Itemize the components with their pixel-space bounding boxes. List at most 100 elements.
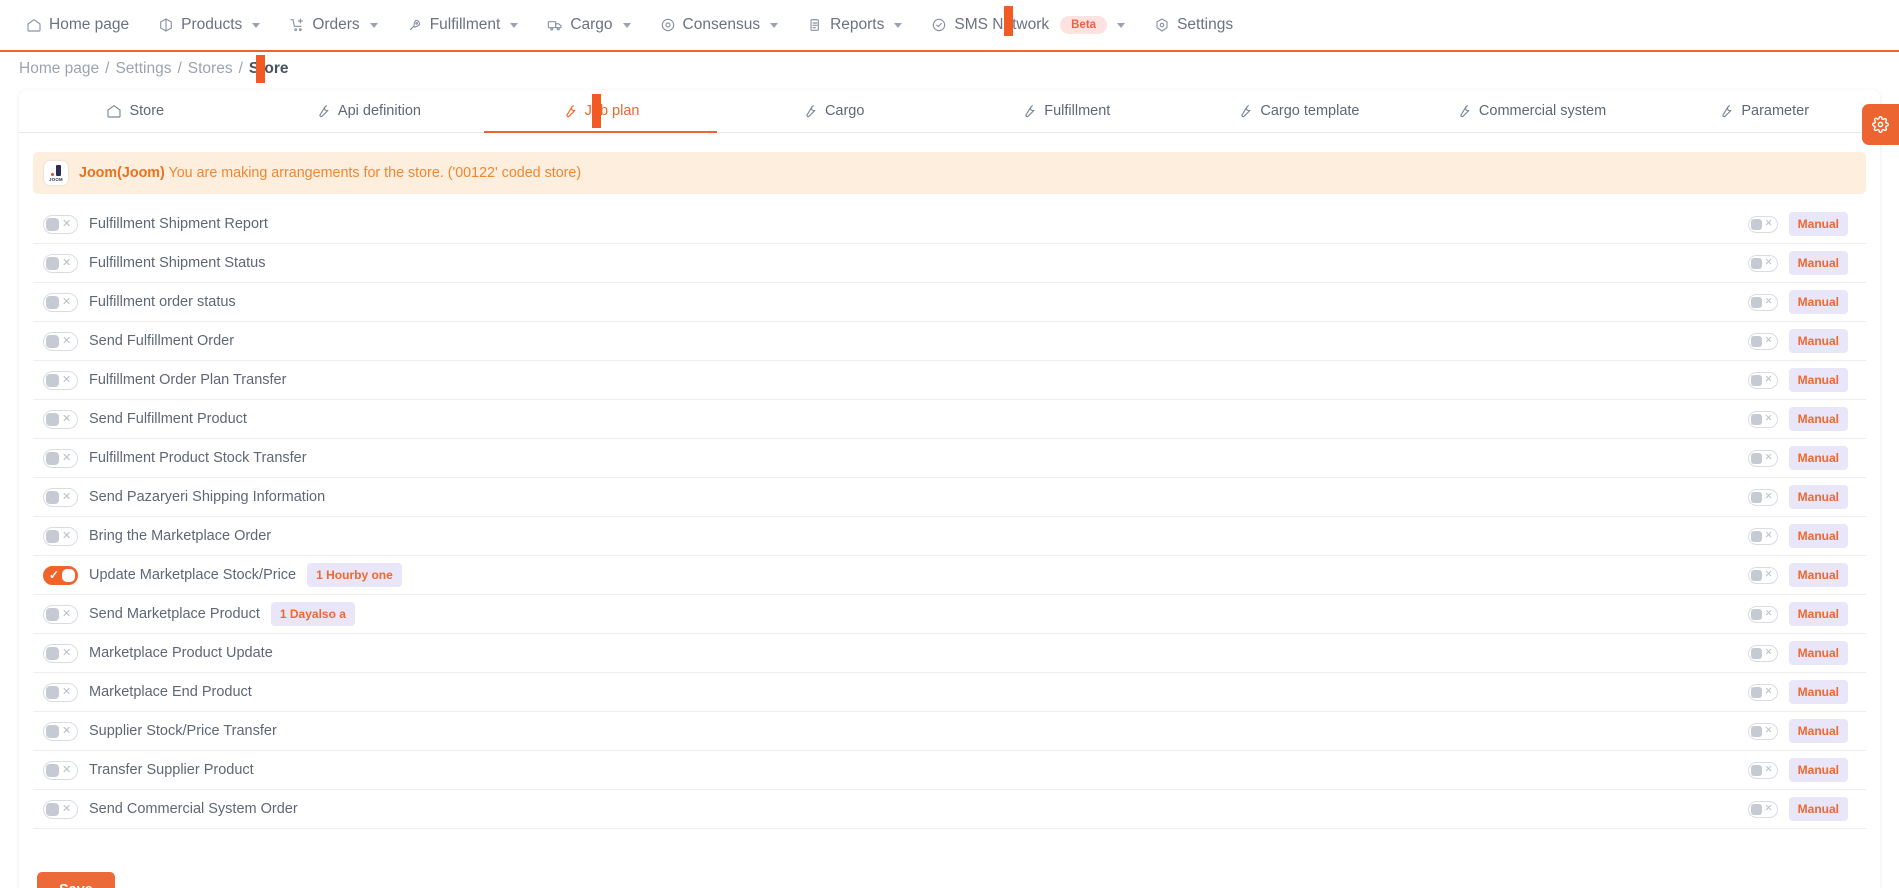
nav-item-orders[interactable]: Orders [289, 16, 394, 34]
schedule-badge[interactable]: 1 Hourby one [307, 563, 402, 587]
chevron-down-icon[interactable] [770, 22, 779, 28]
job-enable-toggle[interactable]: ✕ [43, 721, 78, 741]
tab-commercial-system[interactable]: Commercial system [1415, 90, 1648, 132]
job-manual-toggle[interactable]: ✕ [1747, 683, 1778, 701]
job-manual-toggle[interactable]: ✕ [1747, 800, 1778, 818]
nav-item-consensus[interactable]: Consensus [660, 16, 796, 34]
job-manual-toggle[interactable]: ✕ [1747, 527, 1778, 545]
toggle-mark-icon: ✕ [62, 685, 72, 698]
breadcrumb-item-home-page[interactable]: Home page [19, 60, 99, 78]
job-enable-toggle[interactable]: ✕ [43, 604, 78, 624]
manual-badge[interactable]: Manual [1788, 563, 1848, 587]
job-enable-toggle[interactable]: ✕ [43, 448, 78, 468]
job-label: Bring the Marketplace Order [89, 528, 272, 544]
gear-icon[interactable] [1862, 104, 1899, 145]
beta-badge: Beta [1060, 16, 1108, 34]
job-label: Marketplace Product Update [89, 645, 273, 661]
manual-badge[interactable]: Manual [1788, 602, 1848, 626]
job-manual-toggle[interactable]: ✕ [1747, 254, 1778, 272]
tab-cargo-template[interactable]: Cargo template [1182, 90, 1415, 132]
toggle-knob [46, 607, 59, 621]
job-manual-toggle[interactable]: ✕ [1747, 566, 1778, 584]
manual-badge[interactable]: Manual [1788, 797, 1848, 821]
chevron-down-icon[interactable] [252, 22, 261, 28]
schedule-badge[interactable]: 1 Dayalso a [270, 602, 355, 626]
chevron-down-icon[interactable] [510, 22, 519, 28]
job-manual-toggle[interactable]: ✕ [1747, 410, 1778, 428]
nav-item-cargo[interactable]: Cargo [547, 16, 647, 34]
row-left-group: ✕ Bring the Marketplace Order [35, 526, 1748, 546]
job-enable-toggle[interactable]: ✕ [43, 409, 78, 429]
toggle-mark-icon: ✕ [1764, 725, 1773, 737]
job-enable-toggle[interactable]: ✕ [43, 799, 78, 819]
tab-parameter[interactable]: Parameter [1647, 90, 1880, 132]
manual-badge[interactable]: Manual [1788, 680, 1848, 704]
nav-item-reports[interactable]: Reports [807, 16, 919, 34]
nav-item-settings[interactable]: Settings [1154, 16, 1250, 34]
job-manual-toggle[interactable]: ✕ [1747, 722, 1778, 740]
job-enable-toggle[interactable]: ✕ [43, 643, 78, 663]
manual-badge[interactable]: Manual [1788, 407, 1848, 431]
table-row: ✕ Fulfillment Shipment Status ✕ Manual [33, 244, 1866, 283]
job-enable-toggle[interactable]: ✕ [43, 487, 78, 507]
toggle-mark-icon: ✕ [62, 217, 72, 230]
job-label: Send Commercial System Order [89, 801, 298, 817]
manual-badge[interactable]: Manual [1788, 641, 1848, 665]
chevron-down-icon[interactable] [1117, 22, 1126, 28]
manual-badge[interactable]: Manual [1788, 368, 1848, 392]
manual-badge[interactable]: Manual [1788, 758, 1848, 782]
tab-label: Commercial system [1478, 103, 1607, 119]
job-manual-toggle[interactable]: ✕ [1747, 449, 1778, 467]
job-manual-toggle[interactable]: ✕ [1747, 605, 1778, 623]
manual-badge[interactable]: Manual [1788, 485, 1848, 509]
toggle-knob [1750, 803, 1762, 815]
job-enable-toggle[interactable]: ✕ [43, 682, 78, 702]
toggle-mark-icon: ✕ [1764, 413, 1773, 425]
manual-badge[interactable]: Manual [1788, 719, 1848, 743]
job-enable-toggle[interactable]: ✕ [43, 370, 78, 390]
job-manual-toggle[interactable]: ✕ [1747, 332, 1778, 350]
job-manual-toggle[interactable]: ✕ [1747, 293, 1778, 311]
job-label: Update Marketplace Stock/Price [89, 567, 297, 583]
toggle-mark-icon: ✕ [1764, 452, 1773, 464]
job-manual-toggle[interactable]: ✕ [1747, 644, 1778, 662]
nav-item-fulfillment[interactable]: Fulfillment [407, 16, 536, 34]
job-enable-toggle[interactable]: ✕ [43, 253, 78, 273]
job-enable-toggle[interactable]: ✕ [43, 526, 78, 546]
manual-badge[interactable]: Manual [1788, 290, 1848, 314]
job-enable-toggle[interactable]: ✕ [43, 760, 78, 780]
job-enable-toggle[interactable]: ✕ [43, 331, 78, 351]
chevron-down-icon[interactable] [369, 22, 378, 28]
breadcrumb-item-stores[interactable]: Stores [188, 60, 233, 78]
row-right-group: ✕ Manual [1747, 329, 1864, 353]
nav-item-products[interactable]: Products [158, 16, 277, 34]
job-manual-toggle[interactable]: ✕ [1747, 371, 1778, 389]
job-enable-toggle[interactable]: ✕ [43, 292, 78, 312]
manual-badge[interactable]: Manual [1788, 446, 1848, 470]
toggle-knob [1750, 569, 1762, 581]
job-manual-toggle[interactable]: ✕ [1747, 488, 1778, 506]
job-manual-toggle[interactable]: ✕ [1747, 215, 1778, 233]
job-label: Marketplace End Product [89, 684, 252, 700]
job-enable-toggle[interactable]: ✓ [43, 565, 78, 585]
manual-badge[interactable]: Manual [1788, 329, 1848, 353]
save-button[interactable]: Save [37, 872, 115, 888]
job-enable-toggle[interactable]: ✕ [43, 214, 78, 234]
chevron-down-icon[interactable] [622, 22, 631, 28]
breadcrumb-item-settings[interactable]: Settings [115, 60, 171, 78]
tab-api-definition[interactable]: Api definition [252, 90, 485, 132]
tab-fulfillment[interactable]: Fulfillment [950, 90, 1183, 132]
nav-item-home-page[interactable]: Home page [26, 16, 146, 34]
manual-badge[interactable]: Manual [1788, 524, 1848, 548]
tab-cargo[interactable]: Cargo [717, 90, 950, 132]
manual-badge[interactable]: Manual [1788, 212, 1848, 236]
job-manual-toggle[interactable]: ✕ [1747, 761, 1778, 779]
chevron-down-icon[interactable] [894, 22, 903, 28]
nav-item-sms-network[interactable]: SMS Network Beta [931, 16, 1142, 34]
tab-store[interactable]: Store [19, 90, 252, 132]
toggle-knob [1750, 725, 1762, 737]
manual-badge[interactable]: Manual [1788, 251, 1848, 275]
row-right-group: ✕ Manual [1747, 602, 1864, 626]
nav-item-label: Reports [830, 16, 885, 33]
row-right-group: ✕ Manual [1747, 290, 1864, 314]
